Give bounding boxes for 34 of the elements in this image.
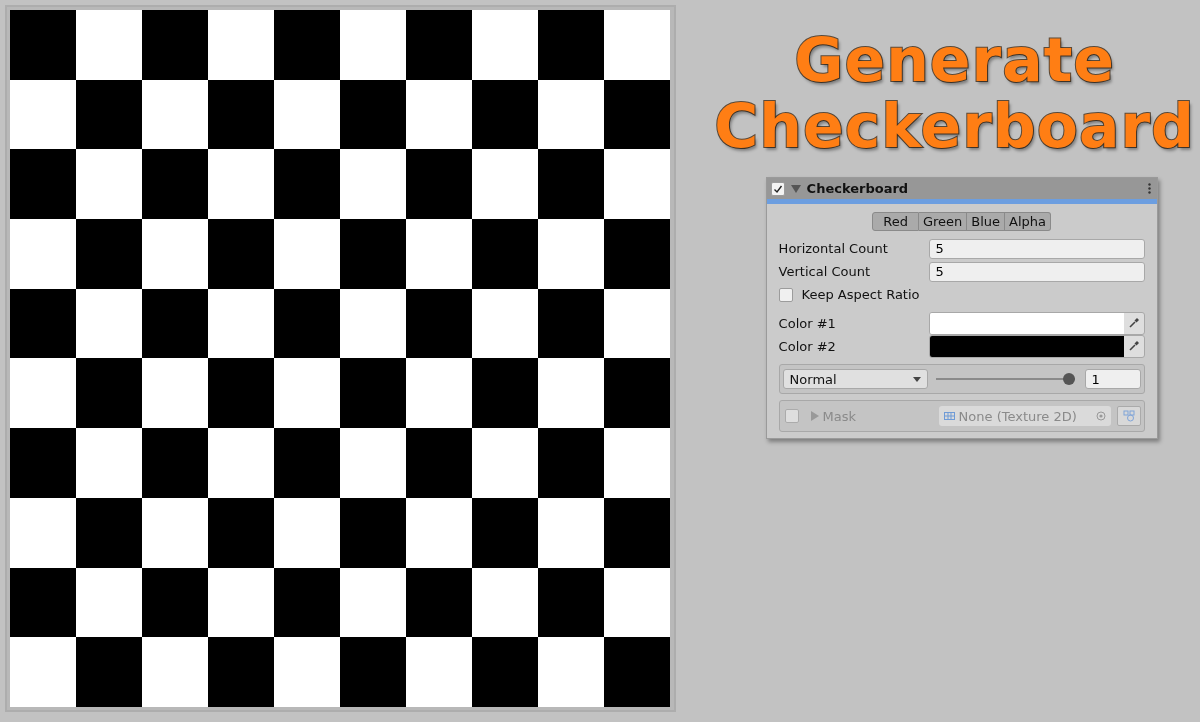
eyedropper-icon[interactable] — [1127, 340, 1140, 352]
color-swatch[interactable] — [929, 313, 1124, 334]
component-title: Checkerboard — [806, 181, 910, 196]
object-picker-icon[interactable] — [1095, 411, 1106, 421]
checkbox[interactable] — [778, 287, 793, 302]
field-label: Color #2 — [778, 339, 837, 354]
foldout-triangle-icon[interactable] — [810, 411, 819, 421]
checkbox-label: Keep Aspect Ratio — [801, 287, 920, 302]
eyedropper-icon[interactable] — [1127, 317, 1140, 329]
enable-checkbox[interactable] — [770, 181, 785, 196]
channel-toggle[interactable]: Green — [918, 212, 968, 231]
blend-mode-dropdown[interactable]: Normal — [782, 369, 928, 389]
field-label: Color #1 — [778, 316, 837, 331]
slider-thumb[interactable] — [1062, 373, 1075, 385]
title-text: Checkerboard — [714, 93, 1195, 159]
opacity-slider[interactable] — [935, 372, 1075, 386]
number-field[interactable]: 1 — [1084, 369, 1141, 389]
channel-toggle[interactable]: Alpha — [1005, 212, 1051, 231]
foldout-triangle-icon[interactable] — [790, 183, 801, 194]
title-text: Generate — [794, 27, 1115, 93]
caret-icon — [912, 376, 921, 382]
channel-toggle[interactable]: Blue — [967, 212, 1006, 231]
more-options-icon[interactable] — [1147, 183, 1151, 194]
texture-preview-icon — [1122, 410, 1135, 422]
mask-checkbox[interactable] — [784, 409, 799, 423]
color-swatch[interactable] — [929, 336, 1124, 357]
number-field[interactable]: 5 — [928, 261, 1145, 282]
channel-toggle[interactable]: Red — [872, 212, 919, 231]
texture-icon — [943, 412, 955, 420]
field-label: Vertical Count — [778, 264, 871, 279]
number-field[interactable]: 5 — [928, 238, 1145, 259]
field-label: Horizontal Count — [778, 241, 889, 256]
mask-label: Mask — [822, 408, 858, 424]
texture-preview-button[interactable] — [1116, 406, 1141, 426]
